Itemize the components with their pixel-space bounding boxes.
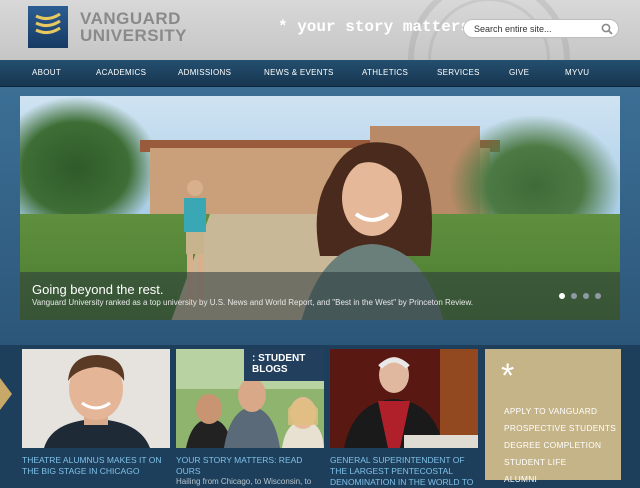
asterisk-icon: * <box>501 357 515 395</box>
nav-admissions[interactable]: ADMISSIONS <box>178 60 231 86</box>
feature-image-theatre <box>22 349 170 448</box>
search-icon[interactable] <box>601 22 613 40</box>
feature-card-theatre[interactable]: THEATRE ALUMNUS MAKES IT ON THE BIG STAG… <box>22 349 170 480</box>
feature-card-superintendent[interactable]: GENERAL SUPERINTENDENT OF THE LARGEST PE… <box>330 349 478 487</box>
search-input[interactable] <box>474 21 594 36</box>
logo-icon[interactable] <box>28 6 68 48</box>
student-blogs-badge: : STUDENT BLOGS <box>244 349 324 381</box>
slider-dot-3[interactable] <box>583 293 589 299</box>
quick-links-list: APPLY TO VANGUARD PROSPECTIVE STUDENTS D… <box>504 403 616 488</box>
feature-title-theatre[interactable]: THEATRE ALUMNUS MAKES IT ON THE BIG STAG… <box>22 455 170 477</box>
main-nav: ABOUT ACADEMICS ADMISSIONS NEWS & EVENTS… <box>0 60 640 87</box>
slider-dot-4[interactable] <box>595 293 601 299</box>
quick-link-degree-completion[interactable]: DEGREE COMPLETION <box>504 437 616 454</box>
nav-news-events[interactable]: NEWS & EVENTS <box>264 60 334 86</box>
slider-dots <box>559 286 607 299</box>
hero-caption: Going beyond the rest. Vanguard Universi… <box>20 272 620 320</box>
nav-give[interactable]: GIVE <box>509 60 529 86</box>
hero-trees-right <box>450 116 620 216</box>
search-box <box>463 19 619 38</box>
hero-slider[interactable]: Going beyond the rest. Vanguard Universi… <box>20 96 620 320</box>
slider-dot-2[interactable] <box>571 293 577 299</box>
slider-dot-1[interactable] <box>559 293 565 299</box>
feature-card-blogs[interactable]: : STUDENT BLOGS YOUR STORY MATTERS: READ… <box>176 349 324 486</box>
site-header: VANGUARD UNIVERSITY * your story matters… <box>0 0 640 60</box>
feature-title-superintendent[interactable]: GENERAL SUPERINTENDENT OF THE LARGEST PE… <box>330 455 478 488</box>
nav-about[interactable]: ABOUT <box>32 60 61 86</box>
feature-strip: THEATRE ALUMNUS MAKES IT ON THE BIG STAG… <box>0 345 640 487</box>
quick-links-panel: * APPLY TO VANGUARD PROSPECTIVE STUDENTS… <box>485 349 621 484</box>
tagline: * your story matters: <box>278 18 480 36</box>
quick-link-student-life[interactable]: STUDENT LIFE <box>504 454 616 471</box>
feature-title-blogs[interactable]: YOUR STORY MATTERS: READ OURS <box>176 455 324 477</box>
hero-title[interactable]: Going beyond the rest. <box>32 282 164 297</box>
hero-subtitle: Vanguard University ranked as a top univ… <box>32 298 473 307</box>
feature-image-blogs: : STUDENT BLOGS <box>176 349 324 448</box>
quick-link-apply[interactable]: APPLY TO VANGUARD <box>504 403 616 420</box>
quick-link-prospective[interactable]: PROSPECTIVE STUDENTS <box>504 420 616 437</box>
nav-myvu[interactable]: MYVU <box>565 60 589 86</box>
nav-services[interactable]: SERVICES <box>437 60 480 86</box>
logo-wordmark[interactable]: VANGUARD UNIVERSITY <box>80 10 187 44</box>
nav-athletics[interactable]: ATHLETICS <box>362 60 408 86</box>
feature-image-superintendent <box>330 349 478 448</box>
scroll-left-arrow-icon[interactable] <box>0 378 12 410</box>
feature-snippet-blogs: Hailing from Chicago, to Wisconsin, to <box>176 477 312 486</box>
nav-academics[interactable]: ACADEMICS <box>96 60 146 86</box>
logo-line2: UNIVERSITY <box>80 26 188 45</box>
logo-line1: VANGUARD <box>80 9 181 28</box>
hero-trees-left <box>20 96 160 216</box>
